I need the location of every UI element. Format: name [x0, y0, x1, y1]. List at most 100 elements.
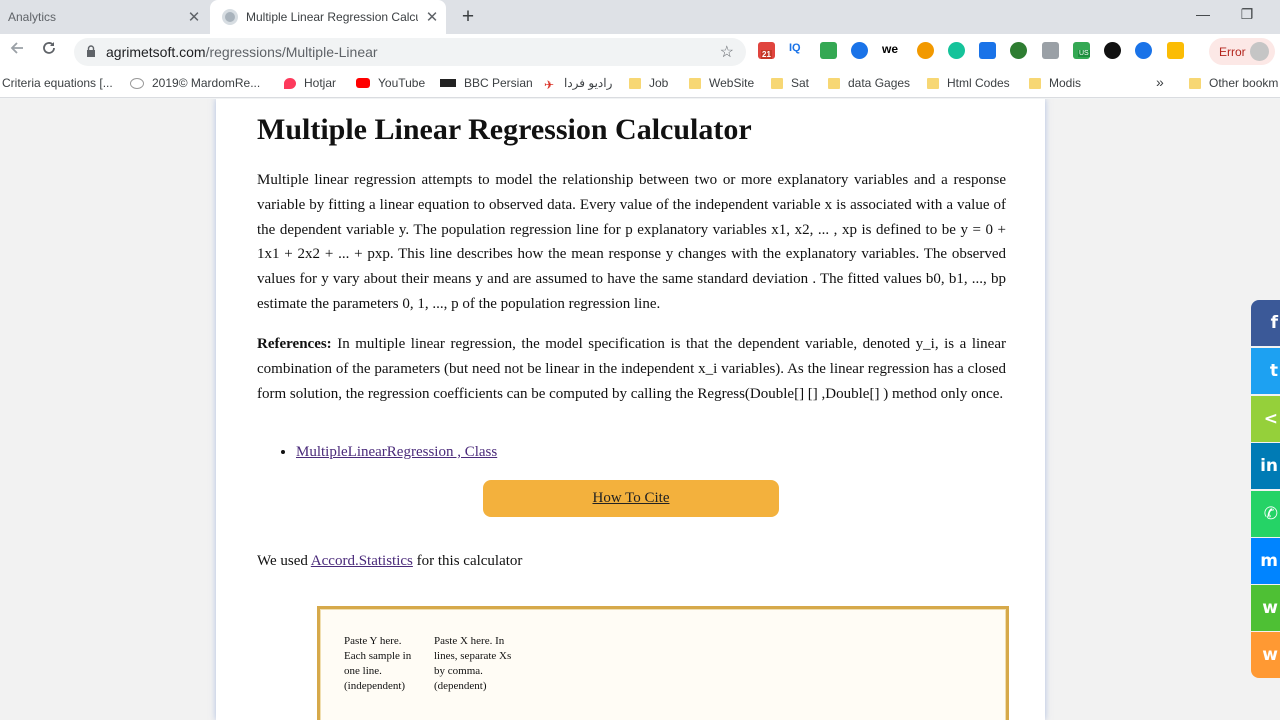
address-bar[interactable]: agrimetsoft.com/regressions/Multiple-Lin… [74, 38, 746, 66]
bookmark-folder-job[interactable]: Job [629, 76, 668, 90]
folder-icon [629, 77, 641, 89]
other-bookmarks[interactable]: Other bookm [1189, 76, 1278, 90]
references-label: References: [257, 336, 332, 352]
multiple-linear-regression-class-link[interactable]: MultipleLinearRegression , Class [296, 444, 497, 460]
weibo-share-icon[interactable]: w [1251, 632, 1280, 678]
bookmark-label: Sat [791, 76, 810, 90]
back-arrow-icon[interactable] [6, 40, 28, 61]
calculator-panel: Paste Y here. Each sample in one line. (… [317, 606, 1009, 720]
bookmark-radio-farda[interactable]: ✈ راديو فردا [544, 76, 613, 92]
bookmark-folder-data-gages[interactable]: data Gages [828, 76, 910, 90]
browser-toolbar: agrimetsoft.com/regressions/Multiple-Lin… [0, 34, 1280, 69]
folder-icon [1029, 77, 1041, 89]
bookmark-label: Other bookm [1209, 76, 1279, 90]
credit-prefix: We used [257, 553, 311, 569]
drive-extension-icon[interactable] [1167, 42, 1184, 59]
bbc-icon [440, 79, 456, 87]
restore-icon[interactable]: ❐ [1234, 6, 1260, 23]
network-extension-icon[interactable]: US [1073, 42, 1090, 59]
article: Multiple Linear Regression Calculator Mu… [216, 99, 1045, 720]
avatar [1250, 42, 1269, 61]
sun-extension-icon[interactable] [917, 42, 934, 59]
bookmark-hotjar[interactable]: Hotjar [284, 76, 336, 90]
close-tab-icon[interactable]: ✕ [180, 8, 208, 26]
lock-icon [86, 44, 96, 60]
bookmarks-bar: Criteria equations [... 2019© MardomRe..… [0, 69, 1280, 98]
person-extension-icon[interactable] [851, 42, 868, 59]
messenger-share-icon[interactable]: m [1251, 538, 1280, 584]
tab-multiple-linear-regression[interactable]: Multiple Linear Regression Calcul ✕ [210, 0, 446, 34]
close-tab-icon[interactable]: ✕ [418, 8, 446, 26]
bookmark-label: Criteria equations [... [2, 76, 113, 90]
chat-icon [130, 77, 144, 89]
new-tab-button[interactable]: + [456, 3, 480, 31]
tab-label: Analytics [8, 10, 57, 24]
page-viewport: Multiple Linear Regression Calculator Mu… [0, 99, 1280, 720]
radio-farda-icon: ✈ [544, 77, 555, 92]
list-item: MultipleLinearRegression , Class [296, 444, 497, 461]
references-paragraph: References: In multiple linear regressio… [257, 332, 1006, 406]
bookmark-label: راديو فردا [564, 76, 613, 90]
bookmark-label: Hotjar [304, 76, 337, 90]
twitter-share-icon[interactable]: t [1251, 348, 1280, 394]
folder-icon [689, 77, 701, 89]
how-to-cite-button[interactable]: How To Cite [483, 480, 779, 517]
bookmark-mardomreview[interactable]: 2019© MardomRe... [130, 76, 260, 90]
reload-icon[interactable] [38, 40, 60, 61]
folder-icon [771, 77, 783, 89]
wechat-share-icon[interactable]: w [1251, 585, 1280, 631]
site-favicon-icon [222, 9, 238, 25]
bookmark-bbc-persian[interactable]: BBC Persian [440, 76, 533, 90]
profile-error-button[interactable]: Error [1209, 38, 1275, 65]
bookmark-label: BBC Persian [464, 76, 533, 90]
folder-icon [828, 77, 840, 89]
whatsapp-share-icon[interactable]: ✆ [1251, 491, 1280, 537]
us-badge: US [1078, 50, 1090, 57]
bookmark-label: 2019© MardomRe... [152, 76, 261, 90]
blue-extension-icon[interactable] [1135, 42, 1152, 59]
screenshot-extension-icon[interactable] [1042, 42, 1059, 59]
accord-statistics-link[interactable]: Accord.Statistics [311, 553, 413, 569]
folder-icon [927, 77, 939, 89]
bookmark-label: Html Codes [947, 76, 1010, 90]
bookmark-star-icon[interactable]: ☆ [720, 42, 734, 62]
linkedin-share-icon[interactable]: in [1251, 443, 1280, 489]
reference-list: MultipleLinearRegression , Class [257, 444, 497, 461]
bookmark-folder-modis[interactable]: Modis [1029, 76, 1081, 90]
bookmark-criteria-equations[interactable]: Criteria equations [... [2, 76, 113, 90]
error-label: Error [1219, 44, 1246, 59]
bookmarks-overflow-button[interactable]: » [1156, 74, 1164, 90]
y-input-hint: Paste Y here. Each sample in one line. (… [344, 635, 412, 692]
url-host: agrimetsoft.com [106, 44, 206, 60]
youtube-icon [356, 78, 370, 88]
image-extension-icon[interactable] [820, 42, 837, 59]
intro-paragraph: Multiple linear regression attempts to m… [257, 172, 1006, 312]
globe-extension-icon[interactable] [1010, 42, 1027, 59]
bookmark-folder-html-codes[interactable]: Html Codes [927, 76, 1010, 90]
credit-line: We used Accord.Statistics for this calcu… [257, 553, 522, 570]
x-input-hint: Paste X here. In lines, separate Xs by c… [434, 635, 512, 692]
iq-extension-icon[interactable]: IQ [789, 42, 806, 59]
we-extension-icon[interactable]: we [882, 42, 899, 59]
credit-suffix: for this calculator [412, 553, 523, 569]
bookmark-label: Job [649, 76, 669, 90]
dark-extension-icon[interactable] [1104, 42, 1121, 59]
bookmark-label: WebSite [709, 76, 755, 90]
bookmark-folder-sat[interactable]: Sat [771, 76, 809, 90]
page-title: Multiple Linear Regression Calculator [257, 113, 752, 146]
bookmark-folder-website[interactable]: WebSite [689, 76, 754, 90]
folder-icon [1189, 77, 1201, 89]
references-text: In multiple linear regression, the model… [257, 336, 1006, 402]
bookmark-label: data Gages [848, 76, 911, 90]
tab-strip: Analytics ✕ Multiple Linear Regression C… [0, 0, 1280, 34]
facebook-share-icon[interactable]: f [1251, 300, 1280, 346]
bookmark-youtube[interactable]: YouTube [356, 76, 425, 90]
check-extension-icon[interactable] [979, 42, 996, 59]
calendar-extension-icon[interactable]: 21 [758, 42, 775, 59]
tab-label: Multiple Linear Regression Calcul [246, 10, 418, 24]
tab-analytics[interactable]: Analytics ✕ [0, 0, 208, 34]
grammarly-icon[interactable] [948, 42, 965, 59]
hotjar-icon [284, 77, 296, 89]
minimize-icon[interactable]: — [1190, 6, 1216, 22]
share-icon[interactable]: < [1251, 396, 1280, 442]
